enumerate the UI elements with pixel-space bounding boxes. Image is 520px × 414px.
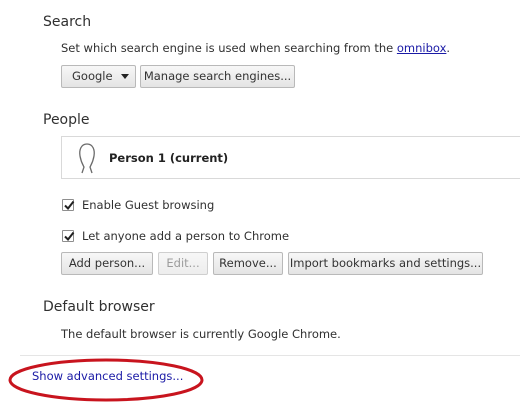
- omnibox-link[interactable]: omnibox: [397, 41, 447, 55]
- search-description-text: Set which search engine is used when sea…: [61, 41, 397, 55]
- default-browser-heading: Default browser: [43, 299, 155, 315]
- import-bookmarks-button[interactable]: Import bookmarks and settings...: [288, 252, 483, 275]
- checkmark-icon: [64, 200, 75, 211]
- search-description: Set which search engine is used when sea…: [61, 41, 450, 55]
- remove-person-button[interactable]: Remove...: [213, 252, 283, 275]
- chevron-down-icon: [121, 74, 129, 79]
- guest-browsing-label: Enable Guest browsing: [82, 198, 215, 212]
- guest-browsing-checkbox[interactable]: [62, 199, 75, 211]
- profile-name: Person 1 (current): [109, 151, 229, 165]
- anyone-add-person-checkbox[interactable]: [62, 230, 75, 242]
- profile-list[interactable]: Person 1 (current): [61, 136, 520, 179]
- anyone-add-person-label: Let anyone add a person to Chrome: [82, 229, 290, 243]
- add-person-button[interactable]: Add person...: [61, 252, 153, 275]
- avatar-icon: [76, 142, 98, 178]
- people-heading: People: [43, 112, 90, 128]
- checkmark-icon: [64, 231, 75, 242]
- edit-person-button: Edit...: [158, 252, 208, 275]
- search-heading: Search: [43, 14, 92, 30]
- search-engine-dropdown[interactable]: Google: [61, 65, 136, 88]
- default-browser-status: The default browser is currently Google …: [61, 327, 341, 341]
- search-description-end: .: [446, 41, 451, 55]
- highlight-ellipse: [8, 358, 204, 402]
- manage-search-engines-button[interactable]: Manage search engines...: [140, 65, 295, 88]
- search-engine-value: Google: [72, 69, 113, 83]
